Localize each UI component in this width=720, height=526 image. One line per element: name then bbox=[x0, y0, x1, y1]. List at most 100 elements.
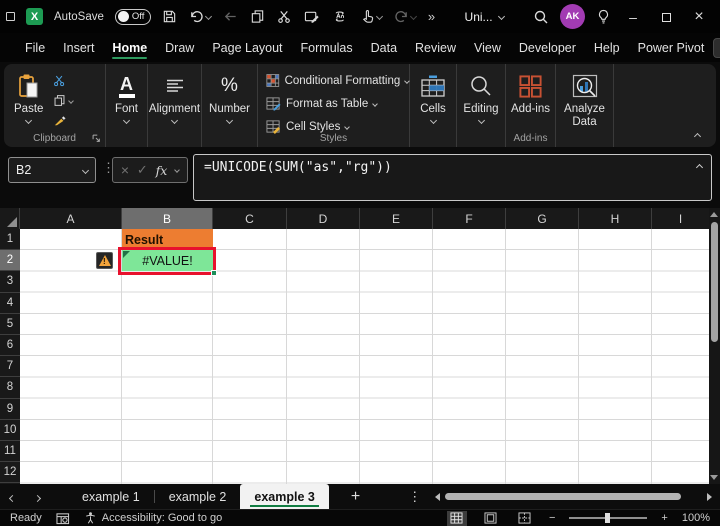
zoom-in-button[interactable]: + bbox=[661, 512, 667, 524]
column-header-h[interactable]: H bbox=[579, 208, 652, 229]
row-header-6[interactable]: 6 bbox=[0, 335, 20, 357]
select-all-button[interactable] bbox=[0, 208, 20, 229]
column-i-cells[interactable] bbox=[652, 229, 709, 484]
row-header-7[interactable]: 7 bbox=[0, 356, 20, 378]
save-button[interactable] bbox=[162, 9, 177, 24]
fill-handle[interactable] bbox=[211, 270, 217, 276]
column-header-e[interactable]: E bbox=[360, 208, 433, 229]
tab-power-pivot[interactable]: Power Pivot bbox=[629, 33, 714, 62]
previous-sheet-button[interactable] bbox=[0, 490, 25, 504]
row-header-9[interactable]: 9 bbox=[0, 399, 20, 420]
column-c-cells[interactable] bbox=[213, 229, 287, 484]
row-header-10[interactable]: 10 bbox=[0, 420, 20, 441]
error-trace-button[interactable] bbox=[96, 252, 113, 269]
tab-home[interactable]: Home bbox=[103, 33, 156, 62]
format-as-table-button[interactable]: Format as Table bbox=[266, 96, 409, 111]
alignment-group-button[interactable]: Alignment bbox=[148, 64, 201, 125]
analyze-data-button[interactable]: Analyze Data bbox=[556, 64, 613, 129]
row-header-12[interactable]: 12 bbox=[0, 462, 20, 484]
tab-help[interactable]: Help bbox=[585, 33, 629, 62]
tab-review[interactable]: Review bbox=[406, 33, 465, 62]
touch-mode-button[interactable] bbox=[360, 9, 383, 24]
vertical-scrollbar[interactable] bbox=[709, 208, 720, 484]
undo-button[interactable] bbox=[189, 9, 212, 24]
column-header-a[interactable]: A bbox=[20, 208, 122, 229]
accessibility-status[interactable]: Accessibility: Good to go bbox=[84, 511, 222, 525]
conditional-formatting-button[interactable]: Conditional Formatting bbox=[266, 73, 410, 88]
scroll-left-icon[interactable] bbox=[435, 492, 441, 501]
scroll-right-icon[interactable] bbox=[707, 492, 712, 501]
number-group-button[interactable]: % Number bbox=[202, 64, 257, 125]
autosave-toggle[interactable]: Off bbox=[114, 8, 151, 25]
cut-button[interactable] bbox=[277, 9, 292, 24]
column-d-cells[interactable] bbox=[287, 229, 360, 484]
next-sheet-button[interactable] bbox=[25, 490, 50, 504]
editing-group-button[interactable]: Editing bbox=[457, 64, 505, 125]
horizontal-scroll-track[interactable] bbox=[445, 492, 702, 501]
sheet-options-button[interactable]: ⋮ bbox=[408, 489, 421, 505]
insert-function-button[interactable]: fx bbox=[156, 163, 168, 178]
row-header-4[interactable]: 4 bbox=[0, 293, 20, 314]
zoom-out-button[interactable]: − bbox=[549, 512, 555, 524]
document-title[interactable]: Uni... bbox=[465, 10, 505, 24]
zoom-slider-thumb[interactable] bbox=[605, 513, 611, 523]
copy-small-button[interactable] bbox=[53, 94, 75, 107]
column-header-i[interactable]: I bbox=[652, 208, 709, 229]
zoom-level[interactable]: 100% bbox=[682, 512, 710, 524]
new-sheet-button[interactable]: + bbox=[351, 488, 360, 506]
row-header-11[interactable]: 11 bbox=[0, 441, 20, 463]
vertical-scroll-thumb[interactable] bbox=[711, 222, 718, 342]
format-painter-button[interactable] bbox=[53, 114, 73, 127]
replace-button[interactable] bbox=[332, 9, 348, 24]
tab-developer[interactable]: Developer bbox=[510, 33, 585, 62]
formula-input[interactable]: =UNICODE(SUM("as","rg")) bbox=[193, 154, 712, 201]
name-box[interactable]: B2 bbox=[8, 157, 96, 183]
scroll-up-icon[interactable] bbox=[710, 212, 718, 217]
maximize-button[interactable] bbox=[655, 9, 677, 25]
avatar[interactable]: AK bbox=[560, 4, 585, 29]
tab-draw[interactable]: Draw bbox=[156, 33, 203, 62]
collapse-formula-bar-button[interactable] bbox=[695, 163, 704, 172]
row-header-1[interactable]: 1 bbox=[0, 229, 20, 251]
tab-page-layout[interactable]: Page Layout bbox=[203, 33, 291, 62]
row-header-8[interactable]: 8 bbox=[0, 377, 20, 399]
tab-file[interactable]: File bbox=[16, 33, 54, 62]
email-button[interactable] bbox=[304, 9, 320, 24]
cells-group-button[interactable]: Cells bbox=[410, 64, 456, 125]
horizontal-scrollbar[interactable] bbox=[435, 492, 712, 501]
column-f-cells[interactable] bbox=[433, 229, 506, 484]
column-header-g[interactable]: G bbox=[506, 208, 579, 229]
zoom-slider[interactable] bbox=[569, 513, 648, 523]
sheet-tab-example-1[interactable]: example 1 bbox=[68, 484, 154, 509]
row-header-3[interactable]: 3 bbox=[0, 271, 20, 293]
tab-data[interactable]: Data bbox=[362, 33, 406, 62]
column-header-c[interactable]: C bbox=[213, 208, 287, 229]
clipboard-dialog-launcher[interactable] bbox=[91, 133, 101, 143]
column-header-d[interactable]: D bbox=[287, 208, 360, 229]
tab-view[interactable]: View bbox=[465, 33, 510, 62]
column-header-b[interactable]: B bbox=[122, 208, 213, 229]
tab-insert[interactable]: Insert bbox=[54, 33, 103, 62]
font-group-button[interactable]: A Font bbox=[106, 64, 147, 125]
column-e-cells[interactable] bbox=[360, 229, 433, 484]
qat-overflow-button[interactable]: » bbox=[428, 9, 435, 24]
column-g-cells[interactable] bbox=[506, 229, 579, 484]
comments-button[interactable] bbox=[713, 37, 720, 58]
horizontal-scroll-thumb[interactable] bbox=[445, 493, 682, 500]
page-break-view-button[interactable] bbox=[515, 511, 535, 526]
tab-formulas[interactable]: Formulas bbox=[292, 33, 362, 62]
ideas-button[interactable] bbox=[596, 9, 611, 25]
addins-button[interactable]: Add-ins bbox=[506, 64, 555, 115]
sheet-tab-example-3[interactable]: example 3 bbox=[240, 484, 329, 509]
close-button[interactable]: × bbox=[688, 8, 710, 26]
row-header-2[interactable]: 2 bbox=[0, 250, 20, 272]
cell-styles-button[interactable]: Cell Styles bbox=[266, 119, 409, 134]
normal-view-button[interactable] bbox=[446, 510, 467, 526]
cut-small-button[interactable] bbox=[53, 74, 73, 87]
macro-record-button[interactable] bbox=[56, 512, 70, 525]
column-header-f[interactable]: F bbox=[433, 208, 506, 229]
sheet-tab-example-2[interactable]: example 2 bbox=[155, 484, 241, 509]
copy-button[interactable] bbox=[250, 9, 265, 24]
page-layout-view-button[interactable] bbox=[481, 511, 501, 526]
column-h-cells[interactable] bbox=[579, 229, 652, 484]
